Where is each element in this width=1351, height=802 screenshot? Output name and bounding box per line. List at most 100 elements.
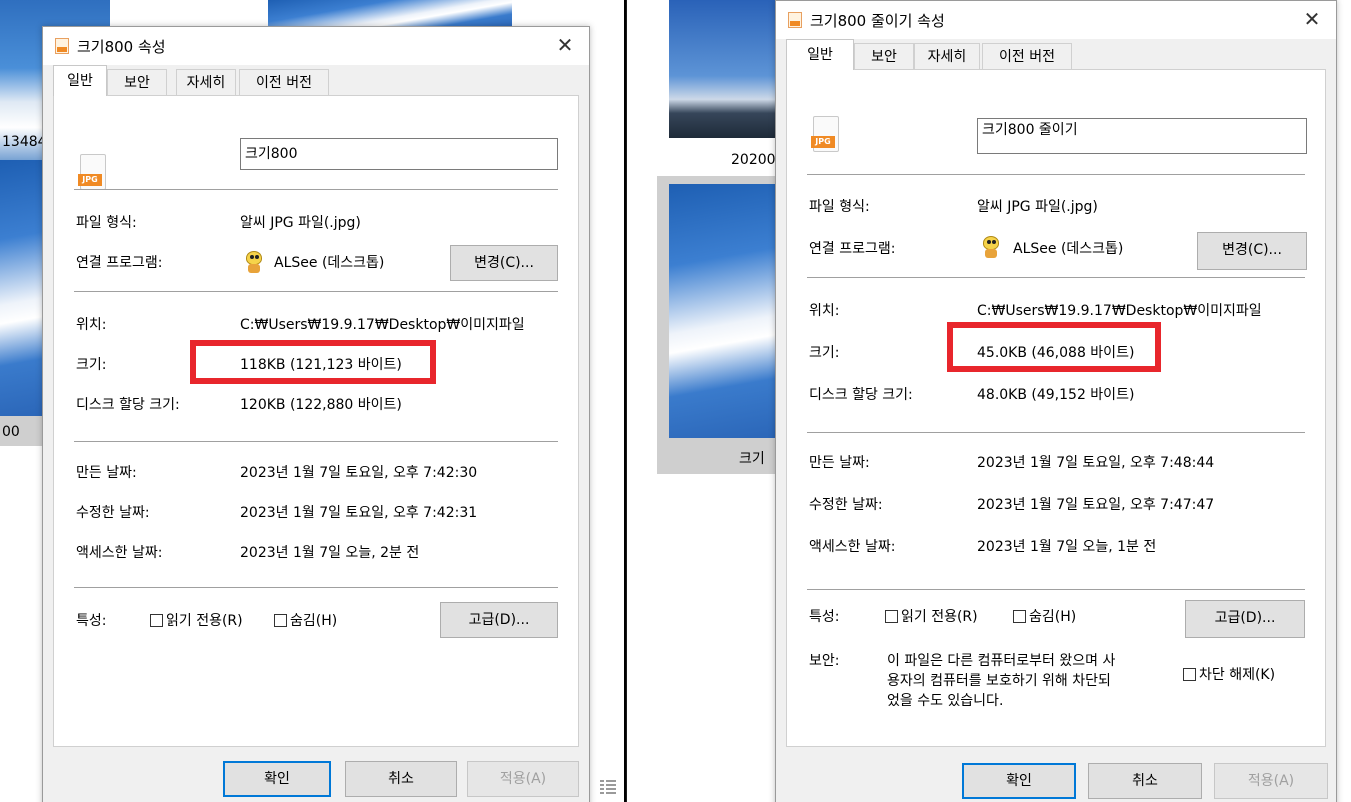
tab-security[interactable]: 보안 (107, 69, 167, 95)
created-label: 만든 날짜: (76, 465, 137, 481)
thumbnail-label: 20200 (731, 152, 776, 168)
modified-value: 2023년 1월 7일 토요일, 오후 7:47:47 (977, 497, 1215, 513)
file-type-value: 알씨 JPG 파일(.jpg) (240, 215, 361, 231)
location-value: C:₩Users₩19.9.17₩Desktop₩이미지파일 (977, 303, 1262, 319)
divider (74, 441, 558, 442)
tab-details[interactable]: 자세히 (176, 69, 236, 95)
dialog-titlebar[interactable]: 크기800 줄이기 속성 ✕ (776, 1, 1336, 39)
size-label: 크기: (809, 345, 840, 361)
modified-value: 2023년 1월 7일 토요일, 오후 7:42:31 (240, 505, 478, 521)
ok-button[interactable]: 확인 (962, 763, 1076, 799)
location-label: 위치: (76, 317, 107, 333)
left-explorer-panel: 13484 00 크기800 속성 ✕ 일반 보안 자세히 이전 버전 JPG … (0, 0, 626, 802)
accessed-label: 액세스한 날짜: (76, 545, 163, 561)
tab-general[interactable]: 일반 (786, 39, 854, 70)
tab-previous-versions[interactable]: 이전 버전 (982, 43, 1072, 69)
unblock-label: 차단 해제(K) (1199, 667, 1276, 683)
opens-with-label: 연결 프로그램: (76, 255, 163, 271)
grip-icon (600, 780, 616, 794)
readonly-checkbox[interactable]: 읽기 전용(R) (885, 606, 978, 626)
close-button[interactable]: ✕ (1298, 5, 1326, 33)
background-thumbnail[interactable] (669, 184, 779, 438)
background-thumbnail[interactable] (0, 160, 48, 416)
readonly-checkbox[interactable]: 읽기 전용(R) (150, 610, 243, 630)
file-type-value: 알씨 JPG 파일(.jpg) (977, 199, 1098, 215)
size-on-disk-value: 48.0KB (49,152 바이트) (977, 387, 1135, 403)
apply-button[interactable]: 적용(A) (467, 761, 579, 797)
jpg-file-icon: JPG (811, 116, 841, 154)
highlight-box (947, 322, 1161, 372)
close-button[interactable]: ✕ (551, 31, 579, 59)
modified-label: 수정한 날짜: (809, 497, 883, 513)
size-on-disk-value: 120KB (122,880 바이트) (240, 397, 402, 413)
properties-dialog: 크기800 줄이기 속성 ✕ 일반 보안 자세히 이전 버전 JPG 크기800… (775, 0, 1337, 802)
alsee-app-icon (981, 236, 1001, 258)
security-text-line-3: 었을 수도 있습니다. (887, 693, 1004, 709)
cancel-button[interactable]: 취소 (345, 761, 457, 797)
dialog-title: 크기800 속성 (77, 38, 166, 56)
change-button[interactable]: 변경(C)... (1197, 232, 1307, 270)
accessed-label: 액세스한 날짜: (809, 539, 896, 555)
file-type-label: 파일 형식: (76, 215, 137, 231)
readonly-label: 읽기 전용(R) (901, 609, 978, 625)
divider (74, 189, 558, 190)
file-icon (55, 38, 69, 54)
properties-dialog: 크기800 속성 ✕ 일반 보안 자세히 이전 버전 JPG 크기800 파일 … (42, 26, 590, 802)
right-explorer-panel: 20200 크기 크기800 줄이기 속성 ✕ 일반 보안 자세히 이전 버전 … (627, 0, 1351, 802)
hidden-label: 숨김(H) (1029, 609, 1077, 625)
tab-security[interactable]: 보안 (854, 43, 914, 69)
background-thumbnail[interactable] (669, 0, 779, 138)
attributes-label: 특성: (809, 609, 840, 625)
accessed-value: 2023년 1월 7일 오늘, 1분 전 (977, 539, 1157, 555)
divider (807, 174, 1305, 175)
general-tab-page: JPG 크기800 파일 형식: 알씨 JPG 파일(.jpg) 연결 프로그램… (53, 95, 579, 747)
size-on-disk-label: 디스크 할당 크기: (76, 397, 180, 413)
opens-with-value: ALSee (데스크톱) (274, 255, 385, 271)
file-name-input[interactable]: 크기800 (240, 138, 558, 170)
dialog-titlebar[interactable]: 크기800 속성 ✕ (43, 27, 589, 65)
created-label: 만든 날짜: (809, 455, 870, 471)
size-on-disk-label: 디스크 할당 크기: (809, 387, 913, 403)
opens-with-value: ALSee (데스크톱) (1013, 241, 1124, 257)
divider (74, 587, 558, 588)
tab-general[interactable]: 일반 (53, 65, 107, 96)
hidden-label: 숨김(H) (290, 613, 338, 629)
thumbnail-label: 00 (2, 424, 20, 440)
highlight-box (190, 340, 436, 384)
readonly-label: 읽기 전용(R) (166, 613, 243, 629)
dialog-title: 크기800 줄이기 속성 (810, 12, 945, 30)
attributes-label: 특성: (76, 613, 107, 629)
change-button[interactable]: 변경(C)... (450, 245, 558, 281)
alsee-app-icon (244, 251, 264, 273)
unblock-checkbox[interactable]: 차단 해제(K) (1183, 664, 1275, 684)
created-value: 2023년 1월 7일 토요일, 오후 7:48:44 (977, 455, 1215, 471)
general-tab-page: JPG 크기800 줄이기 파일 형식: 알씨 JPG 파일(.jpg) 연결 … (786, 69, 1326, 747)
divider (807, 432, 1305, 433)
apply-button[interactable]: 적용(A) (1214, 763, 1328, 799)
divider (807, 589, 1305, 590)
file-type-label: 파일 형식: (809, 199, 870, 215)
divider (74, 291, 558, 292)
location-value: C:₩Users₩19.9.17₩Desktop₩이미지파일 (240, 317, 525, 333)
security-text-line-1: 이 파일은 다른 컴퓨터로부터 왔으며 사 (887, 653, 1116, 669)
cancel-button[interactable]: 취소 (1088, 763, 1202, 799)
advanced-button[interactable]: 고급(D)... (1185, 600, 1305, 638)
file-name-input[interactable]: 크기800 줄이기 (977, 118, 1307, 154)
jpg-file-icon: JPG (78, 154, 108, 192)
advanced-button[interactable]: 고급(D)... (440, 602, 558, 638)
ok-button[interactable]: 확인 (223, 761, 331, 797)
size-label: 크기: (76, 357, 107, 373)
tab-details[interactable]: 자세히 (914, 43, 980, 69)
modified-label: 수정한 날짜: (76, 505, 150, 521)
divider (807, 277, 1305, 278)
hidden-checkbox[interactable]: 숨김(H) (274, 610, 337, 630)
file-icon (788, 12, 802, 28)
hidden-checkbox[interactable]: 숨김(H) (1013, 606, 1076, 626)
location-label: 위치: (809, 303, 840, 319)
opens-with-label: 연결 프로그램: (809, 241, 896, 257)
accessed-value: 2023년 1월 7일 오늘, 2분 전 (240, 545, 420, 561)
thumbnail-label: 크기 (739, 451, 765, 467)
security-label: 보안: (809, 653, 840, 669)
tab-previous-versions[interactable]: 이전 버전 (239, 69, 329, 95)
security-text-line-2: 용자의 컴퓨터를 보호하기 위해 차단되 (887, 673, 1111, 689)
